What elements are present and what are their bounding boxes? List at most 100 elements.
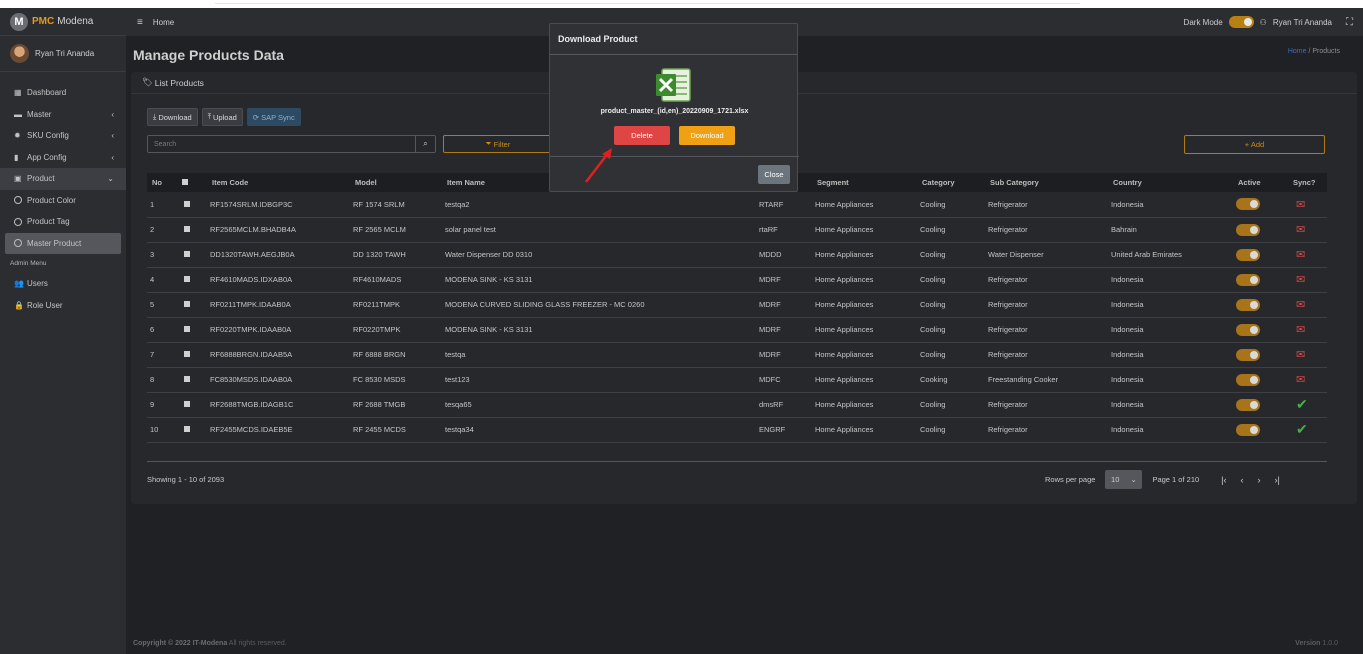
row-checkbox[interactable] (184, 301, 190, 307)
col-header[interactable]: Segment (812, 173, 917, 192)
table-row[interactable]: 10 RF2455MCDS.IDAEB5E RF 2455 MCDS testqa34… (147, 417, 1327, 442)
row-checkbox[interactable] (184, 226, 190, 232)
add-button[interactable]: + Add (1184, 135, 1325, 154)
modal-download-button[interactable]: Download (679, 126, 735, 145)
sidebar-item-master-product[interactable]: Master Product (5, 232, 121, 254)
row-checkbox[interactable] (184, 401, 190, 407)
col-header[interactable]: Model (350, 173, 442, 192)
table-row[interactable]: 8 FC8530MSDS.IDAAB0A FC 8530 MSDS test123 MD… (147, 367, 1327, 392)
rows-per-page-select[interactable]: 10 ⌄ (1105, 470, 1143, 489)
close-button[interactable]: Close (758, 165, 790, 184)
row-checkbox[interactable] (184, 251, 190, 257)
circle-icon (14, 239, 22, 248)
active-toggle[interactable] (1236, 373, 1260, 386)
cell-checkbox (177, 367, 207, 392)
row-checkbox[interactable] (184, 376, 190, 382)
fullscreen-icon[interactable]: ⛶ (1346, 17, 1353, 28)
nav-home-link[interactable]: Home (153, 18, 174, 27)
active-toggle[interactable] (1236, 398, 1260, 411)
sidebar-item-dashboard[interactable]: ▦ Dashboard (0, 82, 126, 104)
table-row[interactable]: 7 RF6888BRGN.IDAAB5A RF 6888 BRGN testqa MDR… (147, 342, 1327, 367)
next-page-icon[interactable]: › (1258, 475, 1261, 485)
sidebar-item-users[interactable]: 👥 Users (0, 273, 126, 295)
row-checkbox[interactable] (184, 351, 190, 357)
sync-ok-check-icon[interactable]: ✔ (1296, 421, 1308, 437)
active-toggle[interactable] (1236, 298, 1260, 311)
search-icon[interactable]: ⌕ (415, 136, 435, 152)
table-row[interactable]: 5 RF0211TMPK.IDAAB0A RF0211TMPK MODENA CURV… (147, 292, 1327, 317)
sidebar-item-role-user[interactable]: 🔒 Role User (0, 295, 126, 317)
row-checkbox[interactable] (184, 426, 190, 432)
select-all-checkbox[interactable] (182, 179, 188, 185)
excel-file-icon (656, 68, 691, 102)
first-page-icon[interactable]: |‹ (1221, 475, 1226, 485)
sync-failed-mail-icon[interactable]: ✉ (1296, 249, 1305, 261)
cell-code: RF0211TMPK.IDAAB0A (210, 300, 291, 309)
brand[interactable]: M PMC Modena (0, 8, 126, 36)
active-toggle[interactable] (1236, 348, 1260, 361)
row-checkbox[interactable] (184, 326, 190, 332)
table-row[interactable]: 4 RF4610MADS.IDXAB0A RF4610MADS MODENA SINK… (147, 267, 1327, 292)
user-panel[interactable]: Ryan Tri Ananda (0, 36, 126, 72)
search-input[interactable]: Search ⌕ (147, 135, 436, 153)
sync-failed-mail-icon[interactable]: ✉ (1296, 299, 1305, 311)
row-checkbox[interactable] (184, 276, 190, 282)
prev-page-icon[interactable]: ‹ (1241, 475, 1244, 485)
sync-failed-mail-icon[interactable]: ✉ (1296, 199, 1305, 211)
cell-no: 1 (150, 199, 155, 209)
col-header[interactable]: Country (1108, 173, 1233, 192)
sync-failed-mail-icon[interactable]: ✉ (1296, 224, 1305, 236)
sidebar-item-product-color[interactable]: Product Color (0, 190, 126, 212)
col-header-checkbox[interactable] (177, 173, 207, 192)
table-row[interactable]: 1 RF1574SRLM.IDBGP3C RF 1574 SRLM testqa2 RT… (147, 192, 1327, 217)
sidebar-item-product-tag[interactable]: Product Tag (0, 211, 126, 233)
sync-ok-check-icon[interactable]: ✔ (1296, 396, 1308, 412)
sync-failed-mail-icon[interactable]: ✉ (1296, 374, 1305, 386)
active-toggle[interactable] (1236, 248, 1260, 261)
col-header[interactable]: Sync? (1288, 173, 1327, 192)
sync-failed-mail-icon[interactable]: ✉ (1296, 274, 1305, 286)
table-row[interactable]: 2 RF2565MCLM.BHADB4A RF 2565 MCLM solar pan… (147, 217, 1327, 242)
col-header[interactable]: Active (1233, 173, 1288, 192)
sidebar-item-master[interactable]: ▬ Master ‹ (0, 104, 126, 126)
cell-active (1233, 317, 1288, 342)
browser-top-strip (0, 0, 1363, 8)
cell-no: 7 (150, 350, 155, 359)
active-toggle[interactable] (1236, 223, 1260, 236)
breadcrumb-home[interactable]: Home (1288, 48, 1307, 55)
sync-failed-mail-icon[interactable]: ✉ (1296, 349, 1305, 361)
col-header[interactable]: No (147, 173, 177, 192)
row-checkbox[interactable] (184, 200, 190, 207)
table-row[interactable]: 3 DD1320TAWH.AEGJB0A DD 1320 TAWH Water Dis… (147, 242, 1327, 267)
briefcase-icon: ▣ (14, 174, 22, 184)
col-header[interactable]: Sub Category (985, 173, 1108, 192)
download-button[interactable]: ⤓ Download (147, 108, 198, 126)
col-header[interactable]: Item Code (207, 173, 350, 192)
circle-icon (14, 217, 22, 226)
sidebar-item-app-config[interactable]: ▮ App Config ‹ (0, 147, 126, 169)
upload-button[interactable]: ⤒ Upload (201, 108, 243, 126)
sap-sync-button[interactable]: ⟳ SAP Sync (246, 108, 301, 126)
sync-failed-mail-icon[interactable]: ✉ (1296, 324, 1305, 336)
cell-name: MODENA CURVED SLIDING GLASS FREEZER - MC… (445, 300, 645, 309)
last-page-icon[interactable]: ›| (1275, 475, 1280, 485)
search-placeholder: Search (154, 141, 177, 148)
table-row[interactable]: 6 RF0220TMPK.IDAAB0A RF0220TMPK MODENA SINK… (147, 317, 1327, 342)
active-toggle[interactable] (1236, 323, 1260, 336)
active-toggle[interactable] (1236, 273, 1260, 286)
delete-button[interactable]: Delete (614, 126, 670, 145)
filter-button[interactable]: ⏷ Filter (443, 135, 553, 153)
sidebar-item-label: Product Color (27, 195, 76, 205)
active-toggle[interactable] (1236, 198, 1260, 211)
col-header[interactable]: Category (917, 173, 985, 192)
cell-segment: Home Appliances (815, 250, 874, 259)
sidebar-item-product[interactable]: ▣ Product ⌄ (0, 168, 126, 190)
sidebar-item-sku-config[interactable]: ✹ SKU Config ‹ (0, 125, 126, 147)
table-row[interactable]: 9 RF2688TMGB.IDAGB1C RF 2688 TMGB tesqa65 dm… (147, 392, 1327, 417)
cell-active (1233, 242, 1288, 267)
hamburger-menu-icon[interactable]: ≡ (137, 17, 143, 28)
cell-name: MODENA SINK - KS 3131 (445, 325, 533, 334)
topbar-user-name[interactable]: Ryan Tri Ananda (1273, 18, 1332, 27)
active-toggle[interactable] (1236, 423, 1260, 436)
dark-mode-toggle[interactable] (1228, 16, 1254, 28)
